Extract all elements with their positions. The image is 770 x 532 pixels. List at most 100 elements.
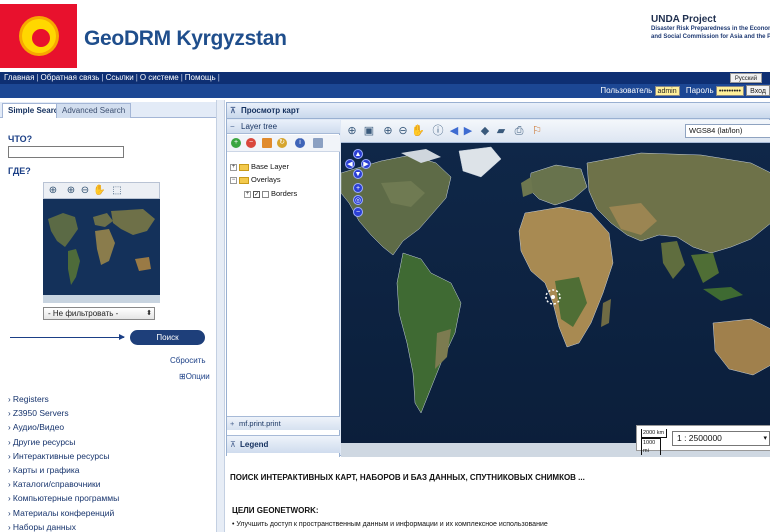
reset-link[interactable]: Сбросить	[170, 356, 206, 365]
chevron-down-icon: ▾	[763, 435, 767, 442]
nav-item-help[interactable]: Помощь	[185, 73, 216, 82]
search-button[interactable]: Поиск	[130, 330, 205, 345]
filter-value: - Не фильтровать -	[48, 309, 119, 318]
password-input[interactable]: •••••••••	[715, 85, 744, 96]
what-input[interactable]	[8, 146, 124, 158]
category-item[interactable]: Наборы данных	[8, 520, 119, 532]
next-view-icon[interactable]: ▶	[461, 124, 475, 138]
category-item[interactable]: Z3950 Servers	[8, 406, 119, 420]
measure-icon[interactable]: ◆	[478, 124, 492, 138]
map-viewer-header[interactable]: ⊼ Просмотр карт	[227, 103, 770, 119]
zoom-box-icon[interactable]: ▣	[362, 124, 376, 138]
bookmark-icon[interactable]: ▰	[494, 124, 508, 138]
pan-left-icon[interactable]: ◀	[345, 159, 355, 169]
partner-subtitle-2: and Social Commission for Asia and the P…	[651, 34, 770, 40]
tab-advanced-search[interactable]: Advanced Search	[56, 103, 132, 118]
collapse-icon[interactable]: −	[230, 120, 235, 133]
where-label: ГДЕ?	[8, 166, 31, 176]
legend-panel-header[interactable]: ⊼ Legend	[227, 435, 340, 453]
category-item[interactable]: Каталоги/справочники	[8, 477, 119, 491]
layer-label: Overlays	[251, 175, 281, 184]
category-item[interactable]: Registers	[8, 392, 119, 406]
layer-label: Borders	[271, 189, 298, 198]
measure-tools-icon[interactable]: ⚐	[530, 124, 544, 138]
map-toolbar: ⊕ ▣ ⊕ ⊖ ✋ ⓘ ◀ ▶ ◆ ▰ ⎙ ⚐ WGS84 (lat/lon)	[341, 120, 770, 143]
username-label: Пользователь	[600, 86, 653, 95]
layer-tree-header[interactable]: − Layer tree	[227, 120, 340, 134]
tree-node-borders[interactable]: + ✓ Borders	[244, 188, 297, 199]
expand-icon[interactable]: +	[230, 163, 237, 171]
zoom-extent-icon[interactable]: ⊕	[345, 124, 359, 138]
info-icon[interactable]: i	[295, 138, 305, 148]
pan-hand-icon[interactable]: ✋	[411, 124, 425, 138]
zoom-extent-icon[interactable]: ⊕	[47, 185, 59, 197]
remove-layer-icon[interactable]: −	[246, 138, 256, 148]
login-bar: Пользователь admin Пароль ••••••••• Вход	[0, 84, 770, 98]
nav-item-feedback[interactable]: Обратная связь	[41, 73, 100, 82]
zoom-in-icon[interactable]: +	[353, 183, 363, 193]
panel-splitter[interactable]	[216, 100, 225, 532]
folder-icon	[239, 176, 249, 184]
zoom-world-icon[interactable]: ◎	[353, 195, 363, 205]
expand-icon[interactable]: +	[230, 417, 234, 430]
identify-icon[interactable]: ⓘ	[431, 124, 445, 138]
zoom-in-icon[interactable]: ⊕	[381, 124, 395, 138]
print-panel-header[interactable]: + mf.print.print	[227, 416, 340, 430]
layer-label: Base Layer	[251, 162, 289, 171]
folder-icon	[239, 163, 249, 171]
category-item[interactable]: Интерактивные ресурсы	[8, 449, 119, 463]
category-item[interactable]: Карты и графика	[8, 463, 119, 477]
layer-checkbox[interactable]: ✓	[253, 190, 260, 198]
scale-mi-label: 1000 mi	[641, 438, 661, 455]
partner-title: UNDA Project	[651, 14, 717, 25]
nav-item-links[interactable]: Ссылки	[106, 73, 134, 82]
collapse-icon[interactable]: ⊼	[230, 103, 236, 118]
login-button[interactable]: Вход	[746, 85, 770, 97]
add-layer-icon[interactable]: +	[231, 138, 241, 148]
print-icon[interactable]: ⎙	[512, 124, 526, 138]
scale-control: 2000 km 1000 mi 1 : 2500000 ▾	[636, 425, 770, 455]
nav-item-home[interactable]: Главная	[4, 73, 34, 82]
crs-select[interactable]: WGS84 (lat/lon)	[685, 124, 770, 138]
pan-right-icon[interactable]: ▶	[361, 159, 371, 169]
search-tabs: Simple Search Advanced Search	[0, 102, 216, 118]
zoom-out-icon[interactable]: ⊖	[79, 185, 91, 197]
pan-up-icon[interactable]: ▲	[353, 149, 363, 159]
world-map-canvas[interactable]: ▲ ◀ ▶ ▼ + ◎ − 2000 km 1000 mi 1 : 250000…	[341, 143, 770, 457]
pan-down-icon[interactable]: ▼	[353, 169, 363, 179]
zoom-out-icon[interactable]: −	[353, 207, 363, 217]
previous-view-icon[interactable]: ◀	[447, 124, 461, 138]
select-arrow-icon: ⬍	[146, 310, 152, 317]
expand-icon[interactable]: ⊼	[230, 436, 236, 453]
category-item[interactable]: Аудио/Видео	[8, 420, 119, 434]
language-select[interactable]: Русский	[730, 73, 762, 83]
main-nav: Главная | Обратная связь | Ссылки | О системе |…	[0, 72, 770, 84]
site-header: GeoDRM Kyrgyzstan UNDA Project Disaster …	[0, 0, 770, 72]
refresh-icon[interactable]: ↻	[277, 138, 287, 148]
content-heading: ПОИСК ИНТЕРАКТИВНЫХ КАРТ, НАБОРОВ И БАЗ …	[230, 473, 585, 482]
nav-item-about[interactable]: О системе	[140, 73, 179, 82]
tree-node-base-layer[interactable]: + Base Layer	[230, 161, 289, 172]
expand-icon[interactable]: +	[244, 190, 251, 198]
zoom-out-icon[interactable]: ⊖	[396, 124, 410, 138]
zoom-in-icon[interactable]: ⊕	[65, 185, 77, 197]
region-filter-select[interactable]: - Не фильтровать - ⬍	[43, 307, 155, 320]
select-box-icon[interactable]: ⬚	[111, 185, 123, 197]
properties-icon[interactable]	[313, 138, 323, 148]
mini-map-toolbar: ⊕ ⊕ ⊖ ✋ ⬚	[43, 182, 160, 199]
layer-tree-panel: − Layer tree + − ↻ i + Base Layer − Overla…	[227, 120, 340, 457]
category-item[interactable]: Компьютерные программы	[8, 491, 119, 505]
mini-world-map[interactable]	[43, 199, 160, 303]
style-icon[interactable]	[262, 138, 272, 148]
category-item[interactable]: Материалы конференций	[8, 506, 119, 520]
category-item[interactable]: Другие ресурсы	[8, 435, 119, 449]
scale-select[interactable]: 1 : 2500000 ▾	[672, 431, 770, 446]
what-label: ЧТО?	[8, 134, 33, 144]
collapse-icon[interactable]: −	[230, 176, 237, 184]
options-link[interactable]: ⊞Опции	[179, 372, 210, 381]
pan-hand-icon[interactable]: ✋	[93, 185, 105, 197]
scale-bar: 2000 km 1000 mi	[641, 429, 667, 455]
goal-item: • Улучшить доступ к пространственным дан…	[232, 521, 548, 528]
tree-node-overlays[interactable]: − Overlays	[230, 174, 281, 185]
username-input[interactable]: admin	[654, 85, 680, 96]
